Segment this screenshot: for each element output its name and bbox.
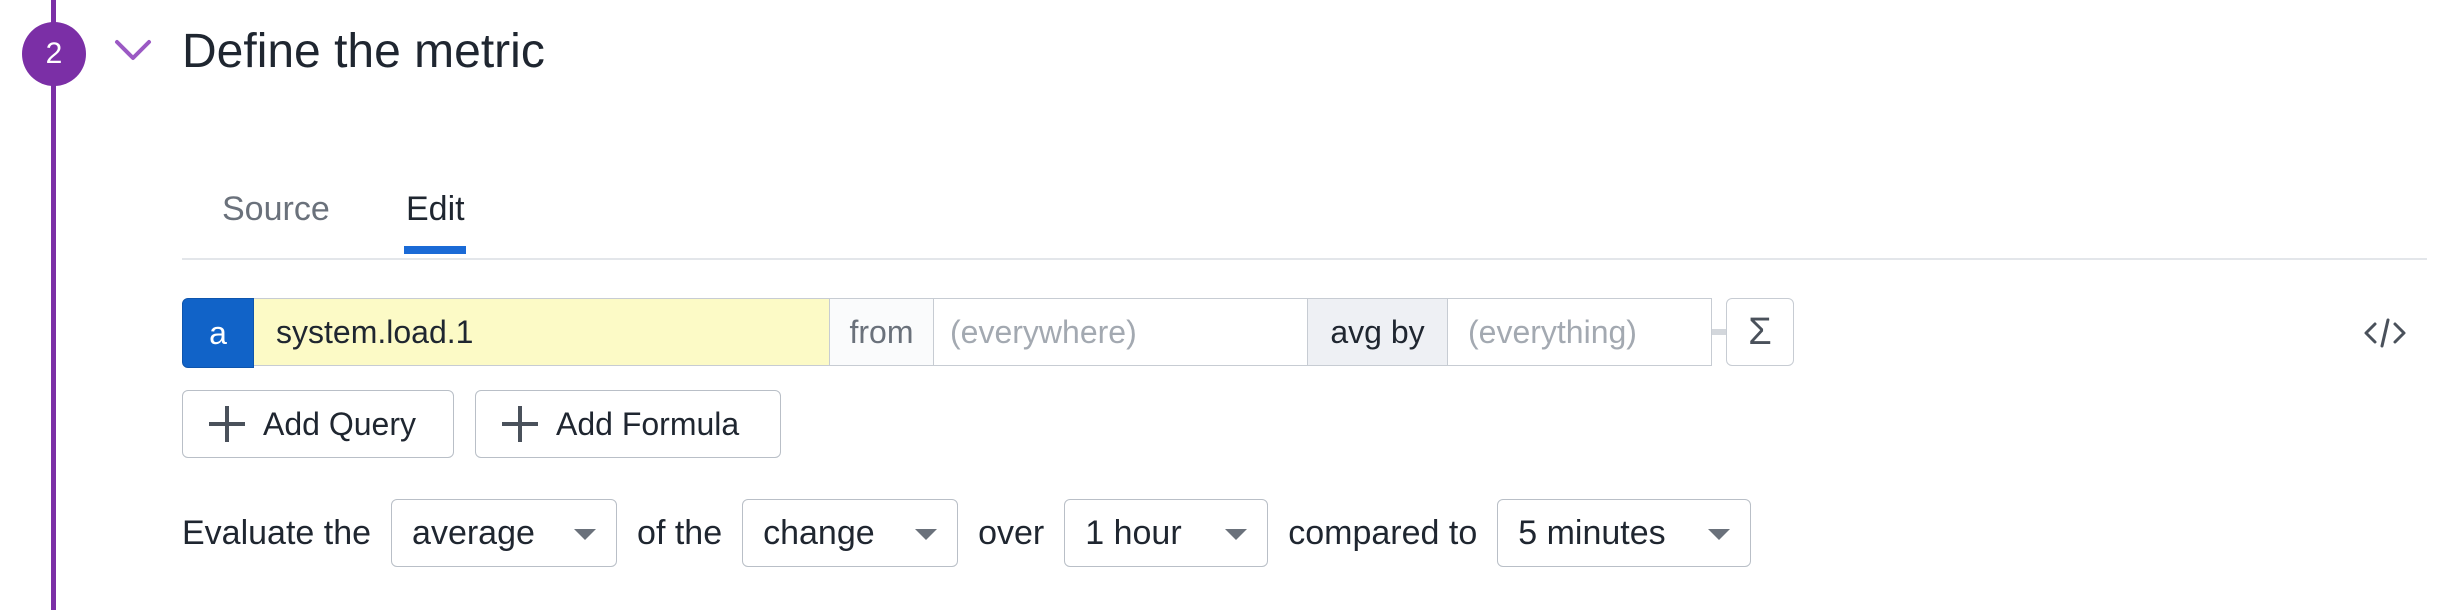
compare-window-value: 5 minutes [1518,513,1666,552]
change-type-value: change [763,513,875,552]
over-label: over [978,513,1045,552]
active-tab-indicator [404,246,466,254]
add-query-label: Add Query [263,405,416,442]
tab-edit[interactable]: Edit [406,190,465,229]
function-connector [1712,329,1726,335]
of-the-label: of the [637,513,723,552]
step-connector-line [51,0,56,610]
caret-down-icon [915,529,938,540]
sigma-icon[interactable]: Σ [1726,298,1794,366]
query-tabs: Source Edit [182,190,2427,260]
code-icon[interactable] [2363,316,2407,350]
metric-input[interactable]: system.load.1 [254,298,830,366]
group-by-input[interactable]: (everything) [1448,298,1712,366]
from-label: from [830,298,934,366]
change-type-dropdown[interactable]: change [742,499,959,567]
plus-icon [502,406,538,442]
section-title: Define the metric [182,25,545,78]
evaluate-prefix: Evaluate the [182,513,372,552]
add-formula-button[interactable]: Add Formula [475,390,781,458]
query-editor-row: a system.load.1 from (everywhere) avg by… [182,298,1794,368]
time-window-dropdown[interactable]: 1 hour [1064,499,1269,567]
time-window-value: 1 hour [1085,513,1182,552]
caret-down-icon [1708,529,1731,540]
caret-down-icon [1225,529,1248,540]
tab-source[interactable]: Source [222,190,330,229]
step-number-badge: 2 [22,22,86,86]
compare-window-dropdown[interactable]: 5 minutes [1497,499,1752,567]
evaluation-row: Evaluate the average of the change over … [182,498,1771,568]
caret-down-icon [574,529,597,540]
aggregation-dropdown[interactable]: average [391,499,618,567]
compared-to-label: compared to [1288,513,1478,552]
from-scope-input[interactable]: (everywhere) [934,298,1308,366]
aggregation-value: average [412,513,535,552]
chevron-down-icon[interactable] [113,36,153,66]
query-letter-badge[interactable]: a [182,298,254,368]
aggregator-select[interactable]: avg by [1308,298,1448,366]
plus-icon [209,406,245,442]
add-query-button[interactable]: Add Query [182,390,454,458]
add-formula-label: Add Formula [556,405,740,442]
